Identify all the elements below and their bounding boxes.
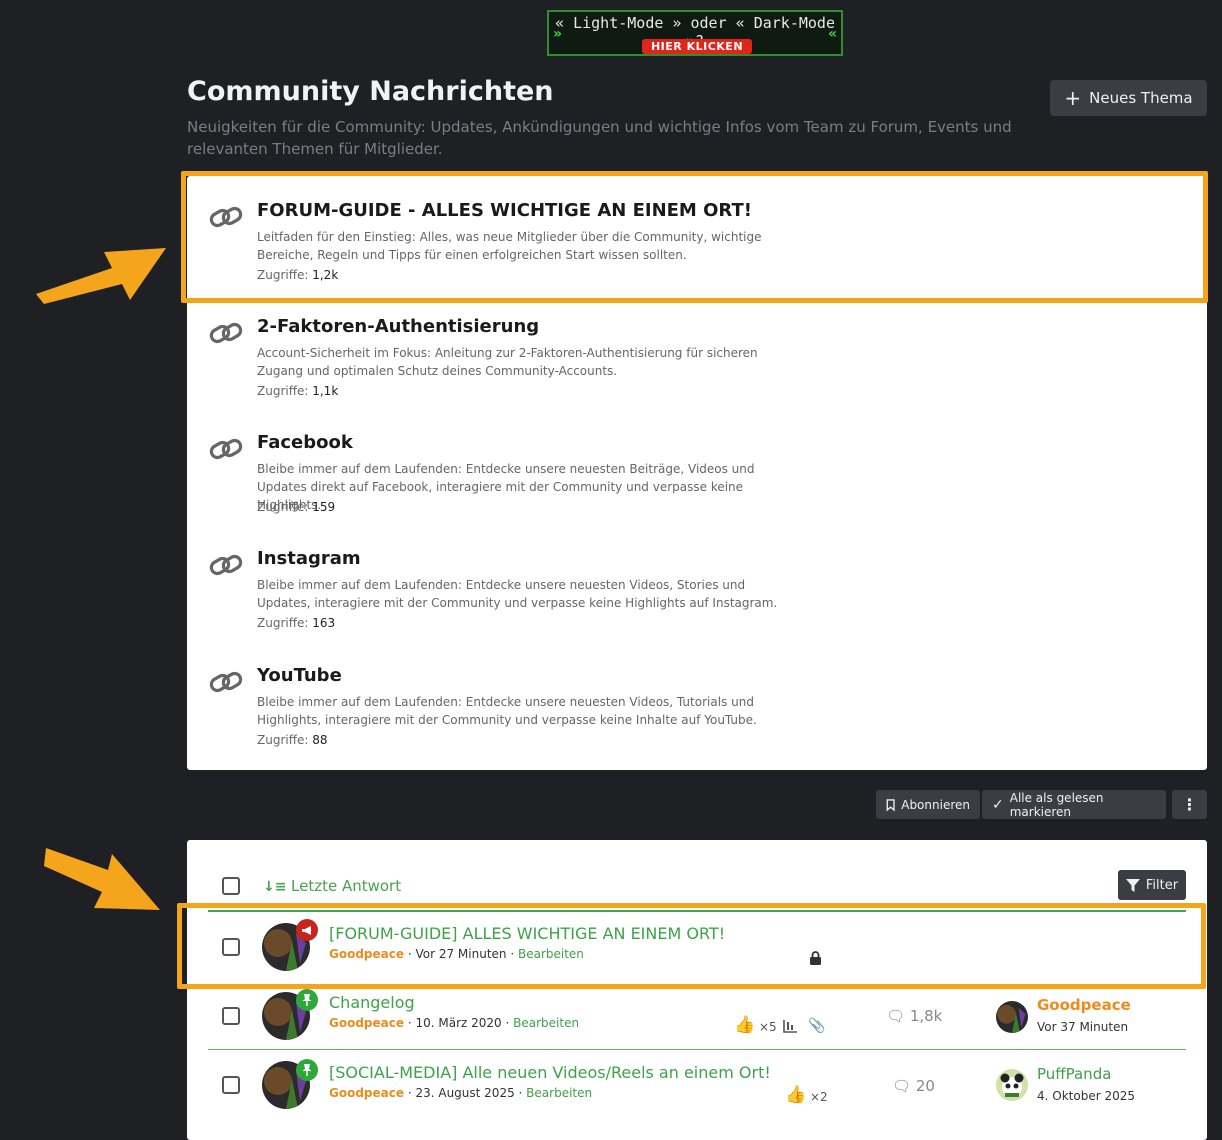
- page-title: Community Nachrichten: [187, 76, 554, 107]
- link-icon: [209, 322, 243, 344]
- poll-icon: [783, 1020, 797, 1033]
- link-title[interactable]: 2-Faktoren-Authentisierung: [257, 316, 539, 337]
- link-title[interactable]: YouTube: [257, 665, 342, 686]
- check-icon: ✓: [992, 796, 1004, 813]
- thread-author[interactable]: Goodpeace: [329, 1016, 404, 1030]
- last-poster-avatar[interactable]: [996, 1069, 1028, 1101]
- link-description: Bleibe immer auf dem Laufenden: Entdecke…: [257, 462, 755, 512]
- thread-list: ↓≡ Letzte Antwort Filter [FORUM-GUIDE] A…: [187, 840, 1207, 1140]
- last-post-time[interactable]: Vor 37 Minuten: [1037, 1020, 1128, 1034]
- link-icon: [209, 554, 243, 576]
- thread-checkbox[interactable]: [222, 1076, 240, 1094]
- link-title[interactable]: Instagram: [257, 548, 361, 569]
- arrow-pointer-icon: [34, 238, 170, 304]
- comment-icon: 🗨: [892, 1077, 912, 1095]
- chevron-left-icon: «: [827, 26, 837, 42]
- edit-link[interactable]: Bearbeiten: [526, 1086, 592, 1100]
- reply-count: 🗨 1,8k: [886, 1007, 943, 1025]
- edit-link[interactable]: Bearbeiten: [513, 1016, 579, 1030]
- pin-icon: [296, 1059, 318, 1081]
- link-icon: [209, 438, 243, 460]
- link-description: Account-Sicherheit im Fokus: Anleitung z…: [257, 346, 758, 378]
- filter-label: Filter: [1145, 877, 1179, 893]
- attachment-icon: 📎: [808, 1018, 826, 1034]
- comment-icon: 🗨: [886, 1007, 906, 1025]
- filter-button[interactable]: Filter: [1118, 870, 1186, 900]
- last-poster-name[interactable]: PuffPanda: [1037, 1065, 1111, 1083]
- last-post-time[interactable]: 4. Oktober 2025: [1037, 1089, 1135, 1103]
- link-views: Zugriffe: 1,1k: [257, 384, 339, 398]
- filter-icon: [1125, 878, 1140, 892]
- thread-title[interactable]: Changelog: [329, 993, 415, 1012]
- link-views: Zugriffe: 159: [257, 500, 336, 514]
- thumbs-up-icon: 👍: [734, 1015, 756, 1035]
- banner-click-label: HIER KLICKEN: [642, 39, 752, 54]
- link-description: Bleibe immer auf dem Laufenden: Entdecke…: [257, 695, 757, 727]
- like-count: ×5: [759, 1020, 777, 1034]
- thread-title[interactable]: [SOCIAL-MEDIA] Alle neuen Videos/Reels a…: [329, 1063, 771, 1082]
- link-description: Bleibe immer auf dem Laufenden: Entdecke…: [257, 578, 778, 610]
- bookmark-icon: [886, 798, 895, 812]
- thread-row[interactable]: [SOCIAL-MEDIA] Alle neuen Videos/Reels a…: [208, 1049, 1186, 1129]
- plus-icon: +: [1064, 86, 1082, 110]
- thread-meta: Goodpeace · 23. August 2025 · Bearbeiten: [329, 1086, 593, 1100]
- last-poster-name[interactable]: Goodpeace: [1037, 996, 1131, 1014]
- new-topic-button[interactable]: + Neues Thema: [1050, 80, 1207, 116]
- last-poster-avatar[interactable]: [996, 1001, 1028, 1033]
- highlight-box: [177, 903, 1206, 989]
- thread-meta: Goodpeace · 10. März 2020 · Bearbeiten: [329, 1016, 580, 1030]
- link-views: Zugriffe: 163: [257, 616, 336, 630]
- thumbs-up-icon: 👍: [785, 1085, 807, 1105]
- sort-label[interactable]: Letzte Antwort: [291, 877, 401, 895]
- select-all-checkbox[interactable]: [222, 877, 240, 895]
- highlight-box: [181, 171, 1208, 303]
- pin-icon: [296, 989, 318, 1011]
- new-topic-label: Neues Thema: [1089, 89, 1193, 107]
- page-description: Neuigkeiten für die Community: Updates, …: [187, 118, 1012, 158]
- more-vertical-icon: ⋮: [1181, 795, 1198, 814]
- arrow-pointer-icon: [44, 840, 164, 914]
- thread-row[interactable]: Changelog Goodpeace · 10. März 2020 · Be…: [208, 979, 1186, 1049]
- thread-date: 23. August 2025: [415, 1086, 515, 1100]
- theme-banner[interactable]: » « Light-Mode » oder « Dark-Mode »? HIE…: [547, 10, 843, 56]
- link-views: Zugriffe: 88: [257, 733, 328, 747]
- link-title[interactable]: Facebook: [257, 432, 353, 453]
- thread-date: 10. März 2020: [415, 1016, 502, 1030]
- mark-all-read-button[interactable]: ✓ Alle als gelesen markieren: [982, 790, 1166, 819]
- row-divider: [208, 1049, 1186, 1050]
- thread-author[interactable]: Goodpeace: [329, 1086, 404, 1100]
- link-icon: [209, 671, 243, 693]
- reply-count: 🗨 20: [892, 1077, 935, 1095]
- subscribe-label: Abonnieren: [901, 797, 970, 812]
- more-options-button[interactable]: ⋮: [1172, 790, 1207, 819]
- sort-icon: ↓≡: [263, 879, 287, 895]
- mark-read-label: Alle als gelesen markieren: [1009, 790, 1104, 819]
- subscribe-button[interactable]: Abonnieren: [876, 790, 980, 819]
- like-count: ×2: [810, 1090, 828, 1104]
- thread-checkbox[interactable]: [222, 1007, 240, 1025]
